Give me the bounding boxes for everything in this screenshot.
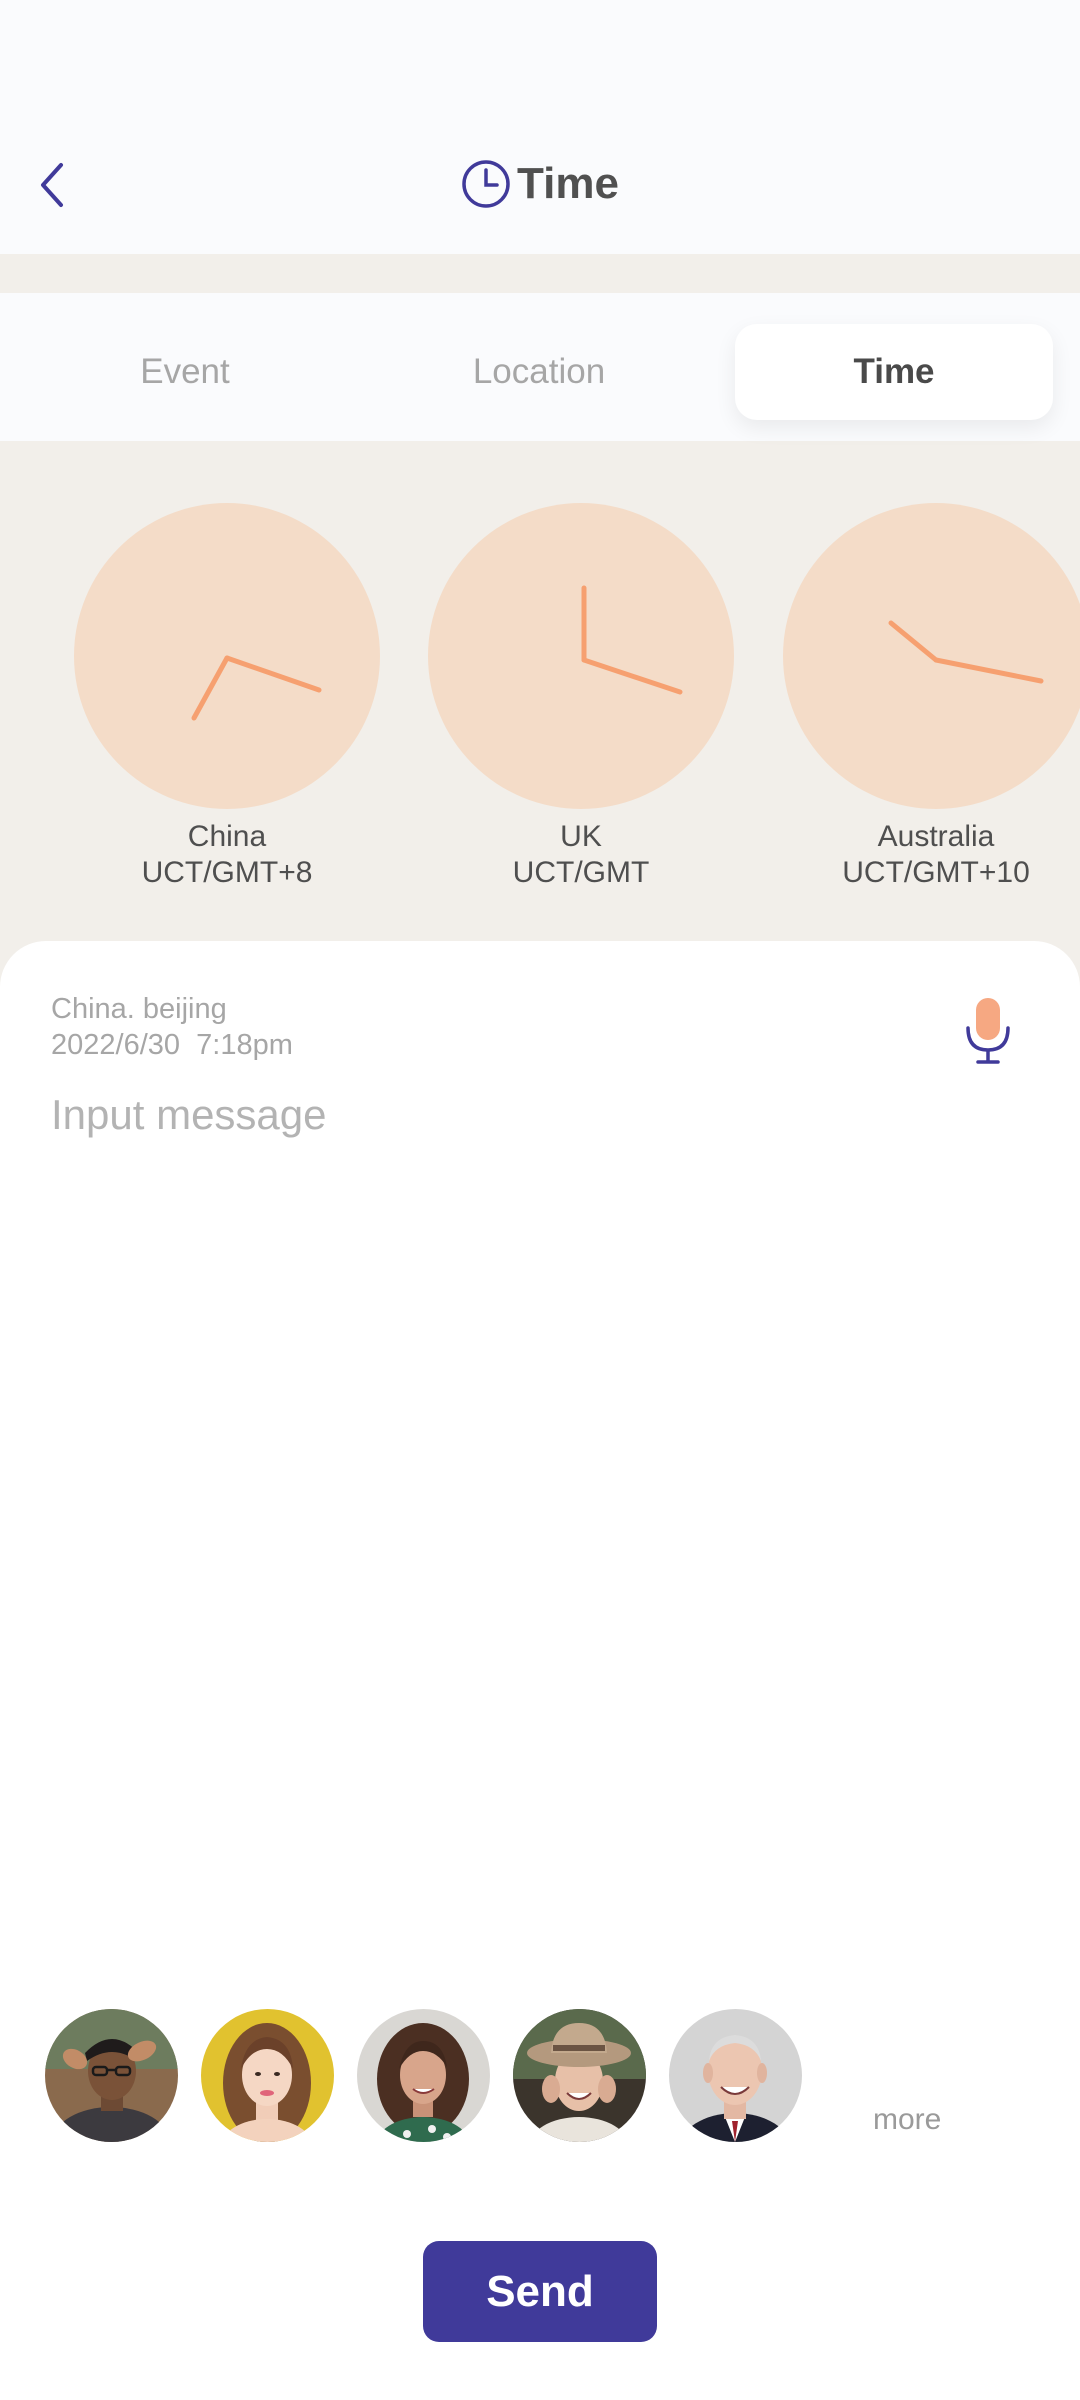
header-bar: Time [0,0,1080,254]
message-panel: China. beijing 2022/6/30 7:18pm Input me… [0,941,1080,2400]
microphone-icon [966,998,1010,1064]
send-button[interactable]: Send [423,2241,657,2342]
clock-icon [462,160,510,208]
avatar-old-man[interactable] [669,2009,802,2142]
clock-country: UK [560,820,602,853]
avatar-image [669,2009,802,2142]
page-title: Time [517,159,619,208]
mic-button[interactable] [962,996,1014,1066]
page-title-group: Time [0,150,1080,218]
avatar-woman-hat[interactable] [513,2009,646,2142]
clock-uk: UK UCT/GMT [428,503,734,891]
clock-face [74,503,380,809]
avatar-image [357,2009,490,2142]
message-input[interactable] [51,1091,1031,1791]
avatar-image [201,2009,334,2142]
clock-zone: UCT/GMT+8 [141,856,313,889]
clock-caption: China UCT/GMT+8 [74,819,380,891]
tab-time[interactable]: Time [735,324,1053,420]
clock-face [428,503,734,809]
clock-country: Australia [877,820,995,853]
avatar-woman-curly[interactable] [357,2009,490,2142]
clock-caption: UK UCT/GMT [428,819,734,891]
location-text: China. beijing [51,993,227,1025]
tab-bar: Event Location Time [0,293,1080,441]
datetime-text: 2022/6/30 7:18pm [51,1029,293,1061]
tab-location[interactable]: Location [380,324,698,420]
avatar-woman-yellow[interactable] [201,2009,334,2142]
avatar-image [513,2009,646,2142]
app-screen: Time Event Location Time China UCT/GMT+8… [0,0,1080,2400]
more-link[interactable]: more [873,2103,941,2137]
tab-event[interactable]: Event [26,324,344,420]
avatar-man-glasses[interactable] [45,2009,178,2142]
clock-australia: Australia UCT/GMT+10 [783,503,1080,891]
clock-china: China UCT/GMT+8 [74,503,380,891]
avatar-image [45,2009,178,2142]
clock-zone: UCT/GMT+10 [842,856,1030,889]
clock-face [783,503,1080,809]
clock-zone: UCT/GMT [512,856,650,889]
clock-caption: Australia UCT/GMT+10 [783,819,1080,891]
clock-country: China [187,820,267,853]
message-meta: China. beijing 2022/6/30 7:18pm [51,991,293,1063]
